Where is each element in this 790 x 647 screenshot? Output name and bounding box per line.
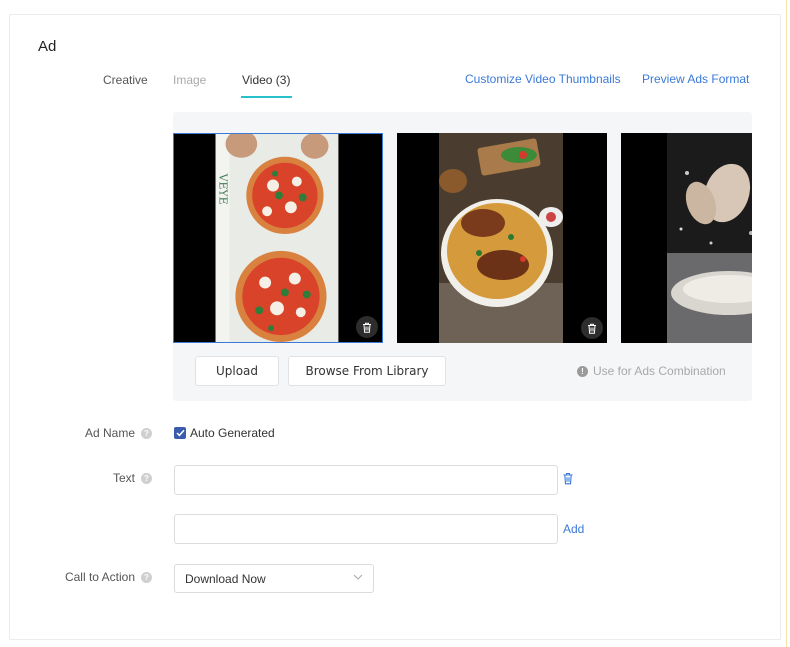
- help-icon[interactable]: ?: [141, 427, 152, 439]
- chevron-down-icon: [353, 574, 363, 580]
- ad-name-label: Ad Name: [84, 426, 135, 440]
- upload-button[interactable]: Upload: [195, 356, 279, 386]
- tab-image[interactable]: Image: [173, 73, 206, 87]
- video-thumbnail-pizza[interactable]: VEYE: [173, 133, 383, 343]
- creative-label: Creative: [103, 73, 148, 87]
- checkmark-icon: [175, 429, 185, 437]
- help-icon[interactable]: ?: [141, 571, 152, 583]
- info-icon: !: [577, 365, 588, 377]
- active-tab-indicator: [241, 96, 292, 98]
- help-icon[interactable]: ?: [141, 472, 152, 484]
- delete-video-button[interactable]: [581, 317, 603, 339]
- scroll-edge: [786, 0, 787, 647]
- tab-video[interactable]: Video (3): [242, 73, 290, 87]
- add-text-link[interactable]: Add: [563, 522, 584, 536]
- video-thumbnail-rice-dish[interactable]: [397, 133, 607, 343]
- pizza-image: VEYE: [215, 134, 339, 342]
- cta-label-row: Call to Action ?: [40, 570, 152, 584]
- delete-video-button[interactable]: [356, 316, 378, 338]
- rice-dish-image: [439, 133, 563, 343]
- customize-thumbnails-link[interactable]: Customize Video Thumbnails: [465, 72, 621, 86]
- preview-ads-format-link[interactable]: Preview Ads Format: [642, 72, 749, 86]
- text-label: Text: [112, 471, 135, 485]
- auto-generated-checkbox[interactable]: [174, 427, 186, 439]
- text-input-1[interactable]: [174, 465, 558, 495]
- text-input-2[interactable]: [174, 514, 558, 544]
- ad-name-label-row: Ad Name ?: [40, 426, 152, 440]
- cta-value: Download Now: [185, 571, 266, 586]
- video-media-panel: VEYE Upload Browse From Library ! Use fo…: [173, 112, 752, 401]
- ads-combination-label: Use for Ads Combination: [593, 364, 726, 378]
- auto-generated-label: Auto Generated: [190, 426, 275, 440]
- trash-icon: [588, 323, 596, 334]
- section-title: Ad: [38, 38, 57, 55]
- ads-combination-option[interactable]: ! Use for Ads Combination: [577, 364, 726, 378]
- video-thumbnail-dough[interactable]: [621, 133, 752, 343]
- browse-library-button[interactable]: Browse From Library: [288, 356, 446, 386]
- text-label-row: Text ?: [40, 471, 152, 485]
- cta-select[interactable]: Download Now: [174, 564, 374, 593]
- trash-icon: [363, 322, 371, 333]
- svg-text:VEYE: VEYE: [217, 173, 230, 205]
- cta-label: Call to Action: [64, 570, 135, 584]
- delete-text-icon[interactable]: [562, 472, 574, 485]
- dough-image: [667, 133, 752, 343]
